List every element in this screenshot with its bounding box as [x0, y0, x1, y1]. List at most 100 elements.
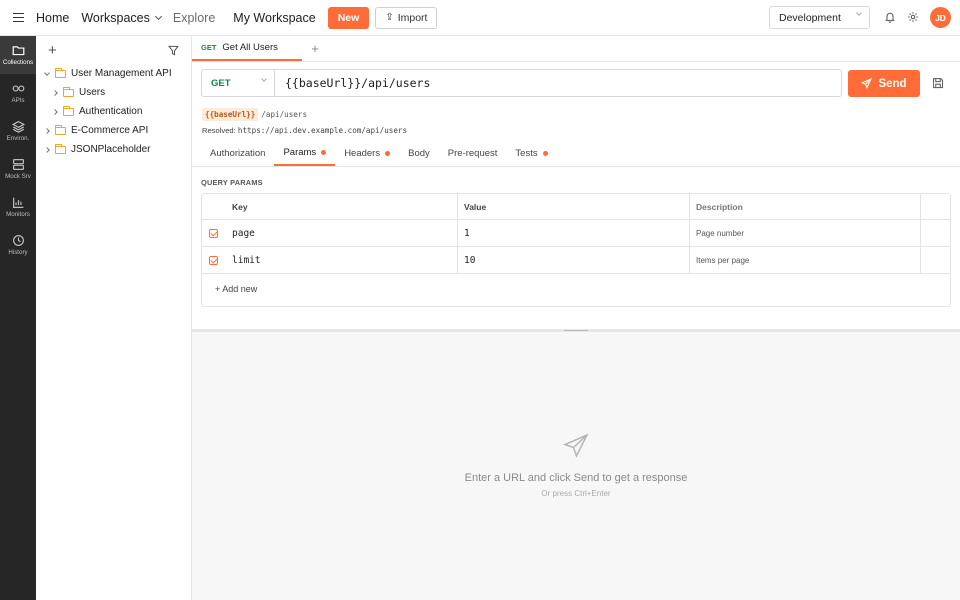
environment-select[interactable]: Development	[769, 6, 870, 29]
tab-params[interactable]: Params	[274, 140, 336, 166]
new-tab-plus-icon[interactable]: +	[302, 36, 328, 61]
tab-label: Tests	[515, 147, 538, 159]
table-row: limit 10 Items per page	[202, 247, 950, 274]
query-params-title: QUERY PARAMS	[201, 178, 263, 187]
request-subtabs: Authorization Params Headers Body Pre-re…	[201, 140, 557, 166]
send-icon	[861, 78, 873, 89]
url-variable-preview: {{baseUrl}} /api/users	[202, 108, 307, 121]
bell-icon[interactable]	[882, 9, 898, 25]
checkbox-checked-icon	[208, 255, 218, 265]
rail-environments[interactable]: Environ.	[0, 112, 36, 150]
rail-history-label: History	[8, 249, 28, 256]
sidebar-header: +	[36, 36, 191, 64]
variable-chip[interactable]: {{baseUrl}}	[202, 108, 259, 121]
tree-item-e-commerce-api[interactable]: E-Commerce API	[36, 121, 191, 140]
row-enabled-checkbox[interactable]	[202, 247, 224, 273]
rail-apis[interactable]: APIs	[0, 74, 36, 112]
param-value[interactable]: 10	[458, 247, 690, 273]
tab-tests[interactable]: Tests	[506, 140, 556, 166]
rail-monitors[interactable]: Monitors	[0, 188, 36, 226]
tab-headers[interactable]: Headers	[335, 140, 399, 166]
filter-icon[interactable]	[168, 45, 179, 56]
save-icon[interactable]	[932, 77, 944, 89]
tab-method-badge: GET	[201, 43, 217, 52]
nav-workspaces-label: Workspaces	[81, 10, 150, 25]
rail-mock-servers[interactable]: Mock Srv	[0, 150, 36, 188]
chevron-down-icon	[856, 10, 862, 16]
tree-item-jsonplaceholder[interactable]: JSONPlaceholder	[36, 140, 191, 159]
gear-icon[interactable]	[905, 9, 921, 25]
variable-path: /api/users	[261, 110, 308, 119]
request-tab-bar: GET Get All Users +	[192, 36, 960, 62]
tree-item-users[interactable]: Users	[36, 83, 191, 102]
menu-icon[interactable]	[0, 0, 36, 36]
import-label: Import	[397, 11, 428, 24]
request-tab-get-all-users[interactable]: GET Get All Users	[192, 36, 302, 61]
link-icon	[12, 85, 24, 92]
new-button[interactable]: New	[327, 6, 370, 29]
empty-response-message: Enter a URL and click Send to get a resp…	[464, 472, 688, 484]
row-enabled-checkbox[interactable]	[202, 220, 224, 246]
tab-authorization[interactable]: Authorization	[201, 140, 274, 166]
chart-icon	[12, 197, 23, 208]
add-new-param-button[interactable]: + Add new	[215, 284, 257, 294]
avatar[interactable]: JD	[930, 7, 951, 28]
header-key: Key	[224, 194, 458, 219]
resolved-value: https://api.dev.example.com/api/users	[237, 126, 408, 135]
row-actions	[921, 247, 950, 273]
server-icon	[12, 159, 24, 170]
tab-body[interactable]: Body	[399, 140, 439, 166]
nav-explore[interactable]: Explore	[173, 11, 215, 25]
collections-sidebar: + User Management API Users Authenticati…	[36, 36, 192, 600]
splitter-handle[interactable]	[564, 330, 588, 331]
param-value[interactable]: 1	[458, 220, 690, 246]
environment-label: Development	[779, 11, 841, 24]
method-select[interactable]: GET	[202, 70, 275, 96]
plus-icon[interactable]: +	[48, 42, 57, 59]
header-value: Value	[458, 194, 690, 219]
tab-label: Body	[408, 147, 430, 159]
response-pane: Enter a URL and click Send to get a resp…	[192, 332, 960, 600]
folder-icon	[55, 143, 66, 154]
chevron-right-icon	[44, 146, 50, 153]
folder-icon	[63, 86, 74, 97]
tree-item-user-management-api[interactable]: User Management API	[36, 64, 191, 83]
workspace-title: My Workspace	[233, 10, 316, 25]
rail-collections[interactable]: Collections	[0, 36, 36, 74]
params-table: Key Value Description page 1 Page number…	[201, 193, 951, 307]
url-bar: GET {{baseUrl}}/api/users	[201, 69, 842, 97]
chevron-right-icon	[52, 89, 58, 96]
tree-item-authentication[interactable]: Authentication	[36, 102, 191, 121]
checkbox-checked-icon	[208, 228, 218, 238]
import-button[interactable]: ⇪ Import	[375, 6, 438, 29]
method-label: GET	[211, 77, 231, 89]
request-pane: GET Get All Users + GET {{baseUrl}}/api/…	[192, 36, 960, 600]
nav-workspaces[interactable]: Workspaces	[81, 10, 162, 25]
tree-item-label: JSONPlaceholder	[71, 144, 151, 155]
header-actions	[921, 194, 950, 219]
rail-history[interactable]: History	[0, 226, 36, 264]
empty-response-hint: Or press Ctrl+Enter	[541, 489, 611, 498]
send-button[interactable]: Send	[848, 70, 920, 97]
tab-name: Get All Users	[222, 42, 278, 53]
param-description[interactable]: Items per page	[690, 247, 921, 273]
tab-label: Params	[283, 146, 317, 158]
send-label: Send	[878, 77, 907, 90]
tab-pre-request[interactable]: Pre-request	[439, 140, 507, 166]
url-input[interactable]: {{baseUrl}}/api/users	[275, 76, 841, 90]
header-description: Description	[690, 194, 921, 219]
divider	[192, 166, 960, 167]
table-header-row: Key Value Description	[202, 194, 950, 220]
param-description[interactable]: Page number	[690, 220, 921, 246]
nav-home[interactable]: Home	[36, 11, 69, 25]
tab-label: Headers	[344, 147, 381, 159]
rail-apis-label: APIs	[11, 97, 25, 104]
row-actions	[921, 220, 950, 246]
table-row: page 1 Page number	[202, 220, 950, 247]
paper-plane-icon	[562, 433, 589, 458]
tab-label: Authorization	[210, 147, 266, 159]
param-key[interactable]: page	[224, 220, 458, 246]
chevron-down-icon	[44, 69, 50, 76]
param-key[interactable]: limit	[224, 247, 458, 273]
folder-icon	[55, 67, 66, 78]
